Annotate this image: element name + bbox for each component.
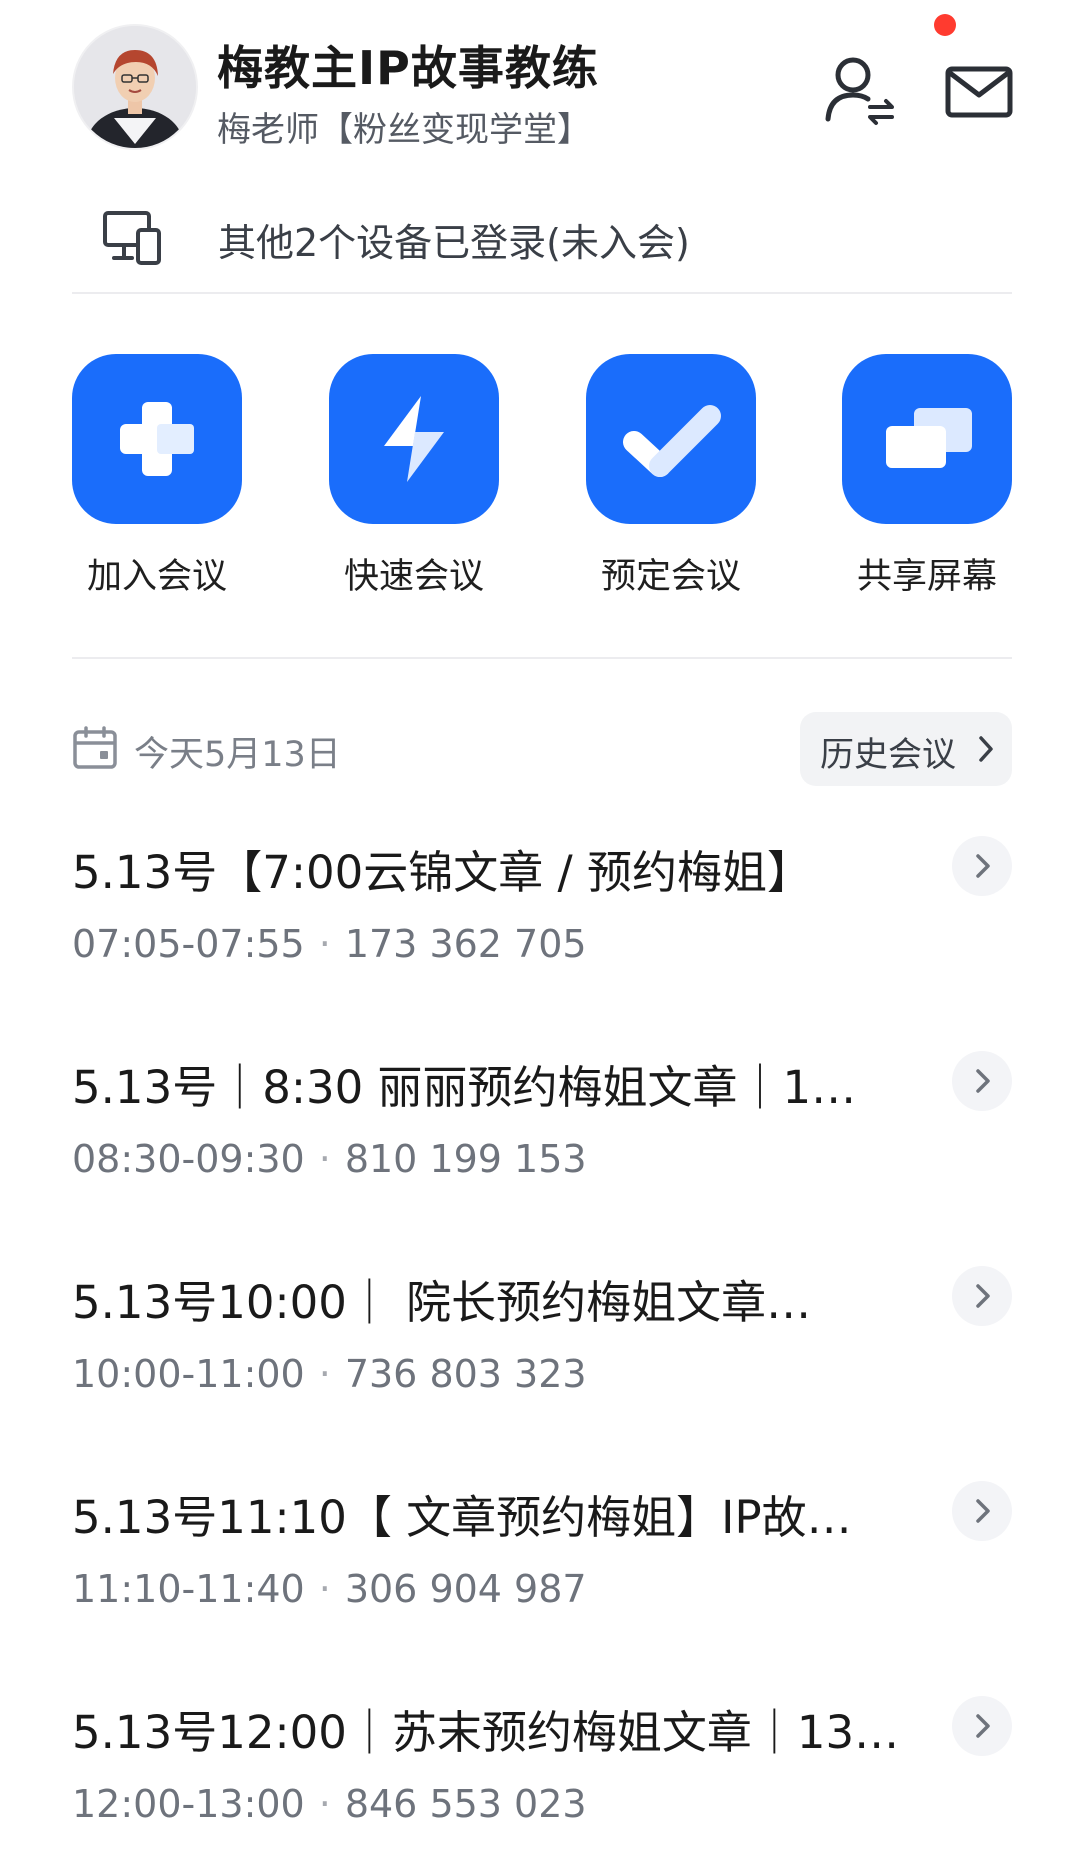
- history-meetings-label: 历史会议: [820, 735, 956, 775]
- meeting-time: 07:05-07:55: [72, 922, 305, 966]
- meeting-item[interactable]: 5.13号【7:00云锦文章 / 预约梅姐】 07:05-07:55 · 173 3…: [72, 836, 1012, 1006]
- today-date: 今天5月13日: [134, 735, 341, 775]
- account-header: 梅教主IP故事教练 梅老师【粉丝变现学堂】: [72, 24, 1013, 150]
- join-meeting-button[interactable]: 加入会议: [72, 354, 242, 604]
- meeting-meta: 11:10-11:40 · 306 904 987: [72, 1567, 587, 1611]
- meeting-title: 5.13号10:00｜ 院长预约梅姐文章…: [72, 1276, 812, 1329]
- lightning-icon: [384, 396, 444, 482]
- meeting-title: 5.13号12:00｜苏末预约梅姐文章｜13…: [72, 1706, 900, 1759]
- history-meetings-button[interactable]: 历史会议: [800, 712, 1012, 786]
- chevron-right-icon: [976, 1069, 990, 1093]
- calendar-icon: [73, 726, 117, 769]
- meeting-meta: 07:05-07:55 · 173 362 705: [72, 922, 587, 966]
- meeting-time: 11:10-11:40: [72, 1567, 305, 1611]
- avatar-portrait-icon: [74, 26, 196, 148]
- meeting-item[interactable]: 5.13号｜8:30 丽丽预约梅姐文章｜1… 08:30-09:30 · 810 1…: [72, 1051, 1012, 1221]
- share-screen-label: 共享屏幕: [856, 557, 997, 597]
- meeting-detail-button[interactable]: [952, 1051, 1012, 1111]
- quick-meeting-button[interactable]: 快速会议: [329, 354, 499, 604]
- quick-meeting-tile: [329, 354, 499, 524]
- meeting-detail-button[interactable]: [952, 836, 1012, 896]
- meeting-meta: 10:00-11:00 · 736 803 323: [72, 1352, 587, 1396]
- separator-dot: ·: [318, 1352, 331, 1396]
- meeting-item[interactable]: 5.13号11:10【 文章预约梅姐】IP故… 11:10-11:40 · 306 …: [72, 1481, 1012, 1651]
- account-name: 梅教主IP故事教练: [217, 41, 599, 95]
- devices-status-text: 其他2个设备已登录(未入会): [218, 221, 690, 265]
- meeting-id: 846 553 023: [344, 1782, 587, 1826]
- quick-meeting-label: 快速会议: [343, 557, 484, 597]
- plus-icon: [120, 402, 194, 476]
- devices-icon: [103, 211, 161, 265]
- meeting-title: 5.13号【7:00云锦文章 / 预约梅姐】: [72, 846, 813, 899]
- schedule-meeting-button[interactable]: 预定会议: [586, 354, 756, 604]
- schedule-meeting-tile: [586, 354, 756, 524]
- meeting-title: 5.13号11:10【 文章预约梅姐】IP故…: [72, 1491, 852, 1544]
- meeting-item[interactable]: 5.13号12:00｜苏末预约梅姐文章｜13… 12:00-13:00 · 846 …: [72, 1696, 1012, 1866]
- meeting-time: 08:30-09:30: [72, 1137, 305, 1181]
- mail-icon: [945, 66, 1013, 118]
- chevron-right-icon: [976, 1714, 990, 1738]
- switch-account-button[interactable]: [820, 49, 900, 129]
- chevron-right-icon: [976, 1499, 990, 1523]
- meeting-detail-button[interactable]: [952, 1266, 1012, 1326]
- quick-actions: 加入会议 快速会议 预定会议 共享屏幕: [72, 354, 1012, 604]
- divider: [72, 292, 1012, 294]
- meeting-id: 810 199 153: [344, 1137, 587, 1181]
- separator-dot: ·: [318, 1782, 331, 1826]
- meeting-id: 736 803 323: [344, 1352, 587, 1396]
- share-screen-tile: [842, 354, 1012, 524]
- share-screen-button[interactable]: 共享屏幕: [842, 354, 1012, 604]
- divider: [72, 657, 1012, 659]
- logged-in-devices-row[interactable]: 其他2个设备已登录(未入会): [72, 192, 1012, 282]
- join-meeting-label: 加入会议: [86, 557, 227, 597]
- user-switch-icon: [825, 57, 894, 125]
- notification-dot: [934, 14, 956, 36]
- today-bar: 今天5月13日 历史会议: [72, 712, 1012, 788]
- meeting-meta: 12:00-13:00 · 846 553 023: [72, 1782, 587, 1826]
- check-icon: [623, 405, 721, 477]
- mail-button[interactable]: [940, 49, 1020, 129]
- meeting-title: 5.13号｜8:30 丽丽预约梅姐文章｜1…: [72, 1061, 857, 1114]
- schedule-meeting-label: 预定会议: [600, 557, 741, 597]
- meeting-id: 173 362 705: [344, 922, 587, 966]
- separator-dot: ·: [318, 1567, 331, 1611]
- separator-dot: ·: [318, 1137, 331, 1181]
- meeting-detail-button[interactable]: [952, 1696, 1012, 1756]
- chevron-right-icon: [976, 854, 990, 878]
- account-subtitle: 梅老师【粉丝变现学堂】: [217, 110, 591, 150]
- chevron-right-icon: [976, 1284, 990, 1308]
- meeting-detail-button[interactable]: [952, 1481, 1012, 1541]
- meeting-id: 306 904 987: [344, 1567, 587, 1611]
- meeting-time: 12:00-13:00: [72, 1782, 305, 1826]
- join-meeting-tile: [72, 354, 242, 524]
- meeting-meta: 08:30-09:30 · 810 199 153: [72, 1137, 587, 1181]
- avatar[interactable]: [72, 24, 198, 150]
- separator-dot: ·: [318, 922, 331, 966]
- meeting-time: 10:00-11:00: [72, 1352, 305, 1396]
- chevron-right-icon: [979, 736, 993, 762]
- meeting-item[interactable]: 5.13号10:00｜ 院长预约梅姐文章… 10:00-11:00 · 736 80…: [72, 1266, 1012, 1436]
- share-screen-icon: [886, 408, 972, 468]
